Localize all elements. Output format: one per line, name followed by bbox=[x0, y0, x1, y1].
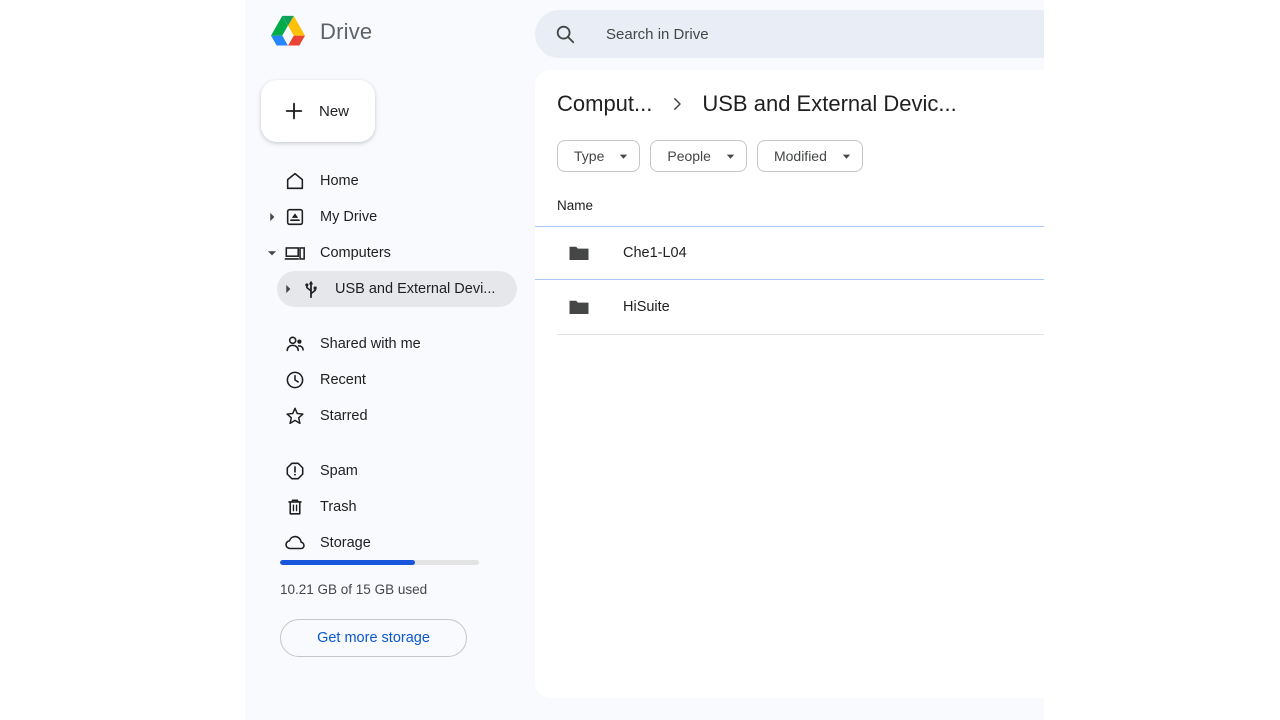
brand-name: Drive bbox=[320, 19, 373, 44]
spam-icon bbox=[283, 460, 307, 482]
drive-app: Drive New Home My Drive Computers USB and E… bbox=[245, 0, 1044, 720]
sidebar: Drive New Home My Drive Computers USB and E… bbox=[245, 0, 535, 720]
search-placeholder: Search in Drive bbox=[606, 25, 709, 43]
list-divider bbox=[557, 334, 1044, 335]
sidebar-item-my-drive[interactable]: My Drive bbox=[261, 199, 517, 235]
sidebar-item-spam[interactable]: Spam bbox=[261, 453, 517, 489]
sidebar-item-label: Home bbox=[320, 173, 359, 189]
content-panel: Comput... USB and External Devic... Type… bbox=[535, 70, 1044, 698]
plus-icon bbox=[283, 100, 305, 122]
file-list: Che1-L04 HiSuite bbox=[535, 226, 1044, 335]
file-row[interactable]: HiSuite bbox=[535, 280, 1044, 334]
chevron-right-icon bbox=[668, 95, 686, 113]
filter-chip-people[interactable]: People bbox=[650, 140, 747, 172]
sidebar-item-shared-with-me[interactable]: Shared with me bbox=[261, 326, 517, 362]
breadcrumb: Comput... USB and External Devic... bbox=[535, 70, 1044, 126]
sidebar-divider bbox=[245, 434, 535, 453]
sidebar-item-label: USB and External Devi... bbox=[335, 281, 496, 297]
clock-icon bbox=[283, 369, 307, 391]
sidebar-item-storage[interactable]: Storage bbox=[261, 525, 517, 561]
filter-chip-modified[interactable]: Modified bbox=[756, 140, 863, 172]
sidebar-item-label: Trash bbox=[320, 499, 357, 515]
brand-header: Drive bbox=[245, 0, 535, 64]
search-icon bbox=[554, 23, 576, 45]
sidebar-item-usb-and-external-devi[interactable]: USB and External Devi... bbox=[277, 271, 517, 307]
file-row[interactable]: Che1-L04 bbox=[535, 226, 1044, 280]
app-viewport: Drive New Home My Drive Computers USB and E… bbox=[245, 0, 1044, 720]
filter-chip-label: Modified bbox=[773, 148, 827, 164]
sidebar-item-label: Recent bbox=[320, 372, 366, 388]
breadcrumb-item-parent[interactable]: Comput... bbox=[557, 91, 652, 117]
get-more-storage-button[interactable]: Get more storage bbox=[280, 619, 467, 657]
chevron-down-icon bbox=[618, 151, 629, 162]
sidebar-item-trash[interactable]: Trash bbox=[261, 489, 517, 525]
sidebar-item-home[interactable]: Home bbox=[261, 163, 517, 199]
storage-progress-bar bbox=[280, 560, 479, 565]
chevron-down-icon bbox=[725, 151, 736, 162]
file-name: HiSuite bbox=[623, 299, 670, 315]
caret-down-icon[interactable] bbox=[261, 246, 283, 260]
sidebar-item-label: Computers bbox=[320, 245, 391, 261]
google-drive-logo-icon bbox=[268, 12, 308, 52]
column-header-name: Name bbox=[557, 198, 594, 213]
usb-icon bbox=[299, 278, 323, 300]
storage-progress-fill bbox=[280, 560, 416, 565]
sidebar-nav: Home My Drive Computers USB and External De… bbox=[245, 163, 535, 561]
sidebar-item-label: Spam bbox=[320, 463, 358, 479]
sidebar-item-recent[interactable]: Recent bbox=[261, 362, 517, 398]
sidebar-divider bbox=[245, 307, 535, 326]
computer-icon bbox=[283, 242, 307, 264]
folder-icon bbox=[567, 295, 591, 319]
chevron-down-icon bbox=[841, 151, 852, 162]
caret-right-icon[interactable] bbox=[261, 210, 283, 224]
storage-usage-text: 10.21 GB of 15 GB used bbox=[280, 582, 428, 597]
sidebar-item-label: Shared with me bbox=[320, 336, 421, 352]
sidebar-item-label: Starred bbox=[320, 408, 368, 424]
filter-chip-label: People bbox=[667, 148, 711, 164]
filter-chip-label: Type bbox=[574, 148, 605, 164]
trash-icon bbox=[283, 496, 307, 518]
search-input[interactable]: Search in Drive bbox=[535, 10, 1044, 58]
new-button-label: New bbox=[319, 102, 350, 120]
people-icon bbox=[283, 333, 307, 355]
folder-icon bbox=[567, 241, 591, 265]
filter-chip-type[interactable]: Type bbox=[557, 140, 641, 172]
caret-right-icon[interactable] bbox=[277, 282, 299, 296]
star-icon bbox=[283, 405, 307, 427]
file-name: Che1-L04 bbox=[623, 245, 687, 261]
sidebar-item-starred[interactable]: Starred bbox=[261, 398, 517, 434]
new-button[interactable]: New bbox=[261, 80, 375, 142]
home-icon bbox=[283, 170, 307, 192]
breadcrumb-item-current[interactable]: USB and External Devic... bbox=[702, 91, 956, 117]
my-drive-icon bbox=[283, 206, 307, 228]
cloud-icon bbox=[283, 532, 307, 554]
filter-chips: Type People Modified bbox=[535, 140, 1044, 172]
storage-block: 10.21 GB of 15 GB used Get more storage bbox=[245, 560, 535, 657]
sidebar-item-label: Storage bbox=[320, 535, 371, 551]
sidebar-item-label: My Drive bbox=[320, 209, 378, 225]
sidebar-item-computers[interactable]: Computers bbox=[261, 235, 517, 271]
